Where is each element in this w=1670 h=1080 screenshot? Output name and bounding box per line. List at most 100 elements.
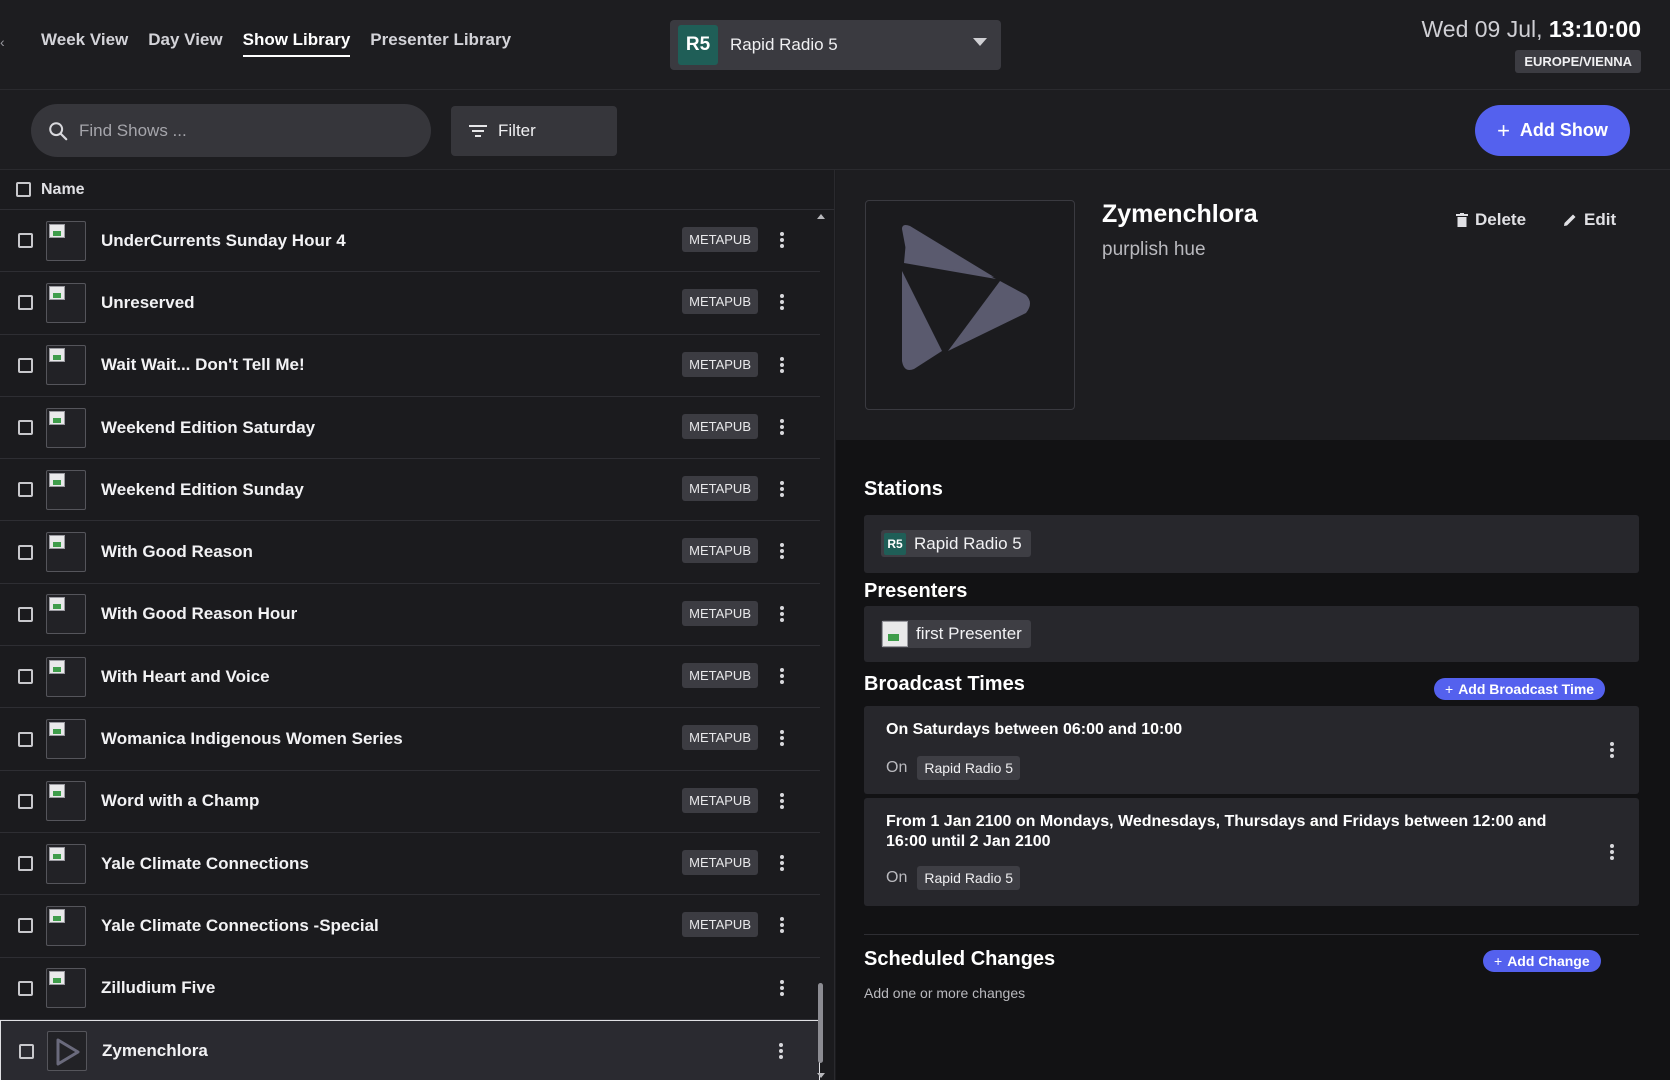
table-row[interactable]: Yale Climate Connections -Special METAPUB (0, 895, 820, 958)
table-row[interactable]: Zymenchlora (0, 1019, 820, 1080)
metapub-badge: METAPUB (682, 538, 758, 564)
metapub-badge: METAPUB (682, 663, 758, 689)
add-show-button[interactable]: + Add Show (1475, 105, 1630, 156)
stations-title: Stations (864, 478, 943, 500)
delete-button[interactable]: Delete (1456, 210, 1526, 230)
table-row[interactable]: With Good Reason METAPUB (0, 521, 820, 584)
show-name: With Good Reason Hour (101, 604, 298, 624)
row-more-icon[interactable] (779, 668, 785, 688)
row-more-icon[interactable] (779, 294, 785, 314)
show-rows: UnderCurrents Sunday Hour 4 METAPUB Unrese… (0, 210, 820, 1080)
section-divider (864, 934, 1639, 935)
table-row[interactable]: Yale Climate Connections METAPUB (0, 833, 820, 896)
scroll-thumb[interactable] (818, 983, 823, 1063)
row-more-icon[interactable] (779, 232, 785, 252)
show-title: Zymenchlora (1102, 200, 1258, 228)
broken-image-icon (49, 659, 65, 674)
broken-image-icon (49, 285, 65, 300)
metapub-badge: METAPUB (682, 849, 758, 875)
table-row[interactable]: Wait Wait... Don't Tell Me! METAPUB (0, 335, 820, 397)
row-more-icon[interactable] (779, 356, 785, 377)
row-checkbox[interactable] (18, 544, 33, 560)
row-more-icon[interactable] (779, 979, 785, 1000)
show-name: Zymenchlora (102, 1041, 208, 1060)
add-broadcast-time-button[interactable]: + Add Broadcast Time (1434, 678, 1606, 700)
row-checkbox[interactable] (18, 420, 33, 436)
list-header: Name (0, 170, 834, 210)
broken-image-icon (49, 410, 65, 425)
broken-image-icon (49, 908, 65, 923)
filter-button[interactable]: Filter (451, 106, 617, 156)
row-checkbox[interactable] (18, 980, 33, 996)
collapse-chevron-icon[interactable]: ‹ (0, 34, 5, 50)
show-subtitle: purplish hue (1102, 239, 1206, 260)
row-checkbox[interactable] (18, 295, 33, 311)
search-input[interactable] (79, 120, 399, 141)
table-row[interactable]: With Good Reason Hour METAPUB (0, 584, 820, 647)
edit-button[interactable]: Edit (1563, 210, 1616, 230)
table-row[interactable]: Weekend Edition Saturday METAPUB (0, 397, 820, 460)
show-thumbnail (46, 905, 86, 946)
scheduled-changes-subtitle: Add one or more changes (864, 985, 1026, 1001)
broadcast-time-more-icon[interactable] (1609, 844, 1615, 864)
table-row[interactable]: Womanica Indigenous Women Series METAPUB (0, 708, 820, 771)
row-checkbox[interactable] (18, 918, 33, 934)
broken-image-icon (49, 472, 65, 487)
play-logo-icon (56, 1038, 80, 1066)
show-name: With Good Reason (101, 542, 253, 562)
tab-week-view[interactable]: Week View (41, 30, 128, 57)
scroll-up-arrow-icon[interactable] (817, 214, 825, 219)
row-more-icon[interactable] (779, 792, 785, 813)
row-checkbox[interactable] (18, 606, 33, 622)
scroll-down-arrow-icon[interactable] (817, 1073, 825, 1078)
row-more-icon[interactable] (779, 730, 785, 750)
table-row[interactable]: Weekend Edition Sunday METAPUB (0, 459, 820, 522)
column-header-name: Name (41, 180, 85, 198)
row-checkbox[interactable] (19, 1043, 34, 1059)
table-row[interactable]: Zilludium Five (0, 958, 820, 1020)
show-thumbnail (46, 719, 86, 760)
show-detail-panel: Zymenchlora purplish hue Delete Edit Sta… (836, 170, 1670, 1080)
table-row[interactable]: UnderCurrents Sunday Hour 4 METAPUB (0, 210, 820, 273)
filter-label: Filter (498, 121, 536, 140)
broadcast-time-more-icon[interactable] (1609, 742, 1615, 762)
metapub-badge: METAPUB (682, 476, 758, 502)
row-checkbox[interactable] (18, 731, 33, 747)
station-chip[interactable]: R5 Rapid Radio 5 (881, 530, 1031, 557)
row-checkbox[interactable] (18, 669, 33, 685)
broken-image-icon (49, 597, 65, 612)
list-scrollbar[interactable] (816, 210, 826, 1080)
tab-presenter-library[interactable]: Presenter Library (370, 30, 511, 57)
tab-day-view[interactable]: Day View (148, 30, 222, 57)
plus-icon: + (1494, 953, 1503, 969)
show-name: Yale Climate Connections -Special (101, 915, 379, 935)
table-row[interactable]: With Heart and Voice METAPUB (0, 646, 820, 709)
select-all-checkbox[interactable] (16, 182, 31, 197)
edit-label: Edit (1584, 210, 1617, 229)
row-more-icon[interactable] (778, 1042, 784, 1063)
show-thumbnail (46, 843, 86, 884)
row-more-icon[interactable] (779, 543, 785, 563)
station-selector[interactable]: R5 Rapid Radio 5 (670, 20, 1001, 70)
row-more-icon[interactable] (779, 418, 785, 439)
row-checkbox[interactable] (18, 482, 33, 498)
tab-show-library[interactable]: Show Library (242, 30, 351, 57)
row-more-icon[interactable] (779, 854, 785, 875)
presenter-chip[interactable]: first Presenter (881, 620, 1031, 648)
row-checkbox[interactable] (18, 793, 33, 809)
row-more-icon[interactable] (779, 481, 785, 501)
table-row[interactable]: Unreserved METAPUB (0, 272, 820, 335)
broadcast-time-card: On Saturdays between 06:00 and 10:00 On … (864, 706, 1639, 794)
broadcast-on-label: On (886, 869, 908, 886)
row-more-icon[interactable] (779, 917, 785, 937)
row-checkbox[interactable] (18, 233, 33, 249)
row-more-icon[interactable] (779, 605, 785, 626)
add-change-button[interactable]: + Add Change (1483, 950, 1601, 972)
row-checkbox[interactable] (18, 357, 33, 373)
presenters-title: Presenters (864, 580, 968, 602)
search-box[interactable] (31, 104, 431, 157)
broken-image-icon (49, 223, 65, 238)
show-name: Weekend Edition Saturday (101, 417, 316, 437)
table-row[interactable]: Word with a Champ METAPUB (0, 771, 820, 833)
row-checkbox[interactable] (18, 856, 33, 872)
